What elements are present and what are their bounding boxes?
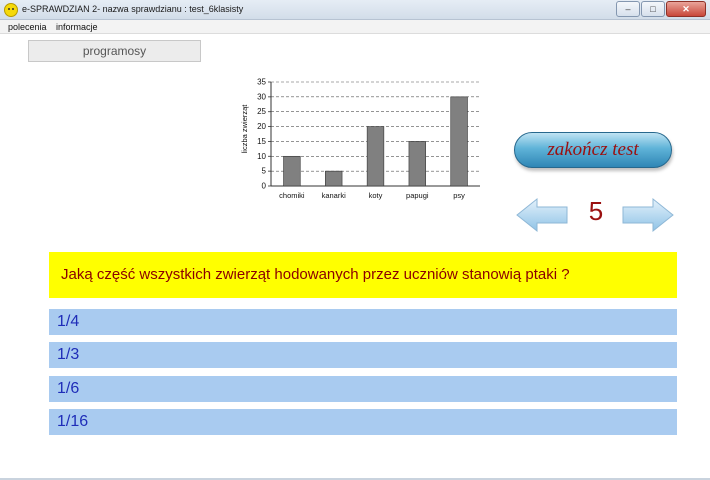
smiley-icon [4,3,18,17]
answer-option-1[interactable]: 1/4 [49,309,677,335]
chart-bar [325,170,343,187]
minimize-button[interactable]: – [616,1,640,17]
bar-chart: liczba zwierząt 0 5 10 15 20 25 30 35 chomiki kan… [236,72,482,202]
chart-ytick-label: 25 [257,107,266,116]
chart-bar [450,96,468,187]
chart-category-label: chomiki [279,191,305,200]
chart-svg: liczba zwierząt 0 5 10 15 20 25 30 35 chomiki kan… [240,78,480,200]
chart-ytick-label: 10 [257,152,266,161]
chart-category-label: kanarki [322,191,347,200]
next-question-button[interactable] [621,197,675,233]
chart-category-label: psy [453,191,465,200]
chart-ytick-label: 15 [257,137,266,146]
chart-bar [366,126,385,187]
chart-category-label: koty [369,191,383,200]
menu-item-polecenia[interactable]: polecenia [8,22,47,32]
chart-ytick-label: 30 [257,92,266,101]
answer-option-4[interactable]: 1/16 [49,409,677,435]
chart-bar [408,141,426,187]
previous-question-button[interactable] [515,197,569,233]
arrow-right-icon [622,197,674,233]
chart-category-label: papugi [406,191,429,200]
menu-bar: polecenia informacje [0,20,710,34]
program-button[interactable]: programosy [28,40,201,62]
question-text: Jaką część wszystkich zwierząt hodowanyc… [49,252,677,298]
window-title: e-SPRAWDZIAN 2- nazwa sprawdzianu : test… [22,4,244,14]
close-button[interactable]: ✕ [666,1,706,17]
menu-item-informacje[interactable]: informacje [56,22,98,32]
question-number: 5 [588,196,604,226]
answer-option-3[interactable]: 1/6 [49,376,677,402]
arrow-left-icon [516,197,568,233]
chart-ytick-label: 35 [257,78,266,87]
chart-ylabel: liczba zwierząt [240,104,249,154]
finish-test-button[interactable]: zakończ test [514,132,672,168]
chart-bar [283,155,301,187]
chart-ytick-label: 5 [262,167,267,176]
maximize-button[interactable]: □ [641,1,665,17]
answer-option-2[interactable]: 1/3 [49,342,677,368]
chart-ytick-label: 20 [257,122,266,131]
title-bar: e-SPRAWDZIAN 2- nazwa sprawdzianu : test… [0,0,710,20]
chart-ytick-label: 0 [262,182,267,191]
window-controls: – □ ✕ [615,1,706,17]
